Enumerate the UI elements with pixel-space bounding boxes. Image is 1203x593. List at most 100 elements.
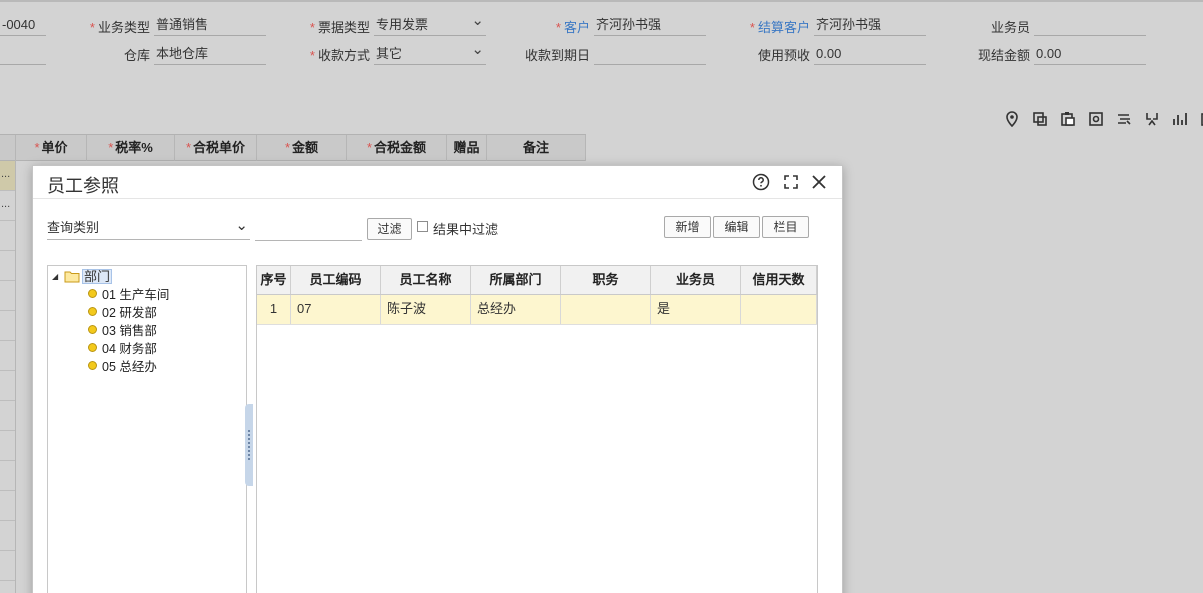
col-position[interactable]: 职务 xyxy=(561,266,651,294)
tree-root-label[interactable]: 部门 xyxy=(82,268,113,284)
grid-row-stub[interactable] xyxy=(0,221,15,251)
col-department[interactable]: 所属部门 xyxy=(471,266,561,294)
payment-method-select[interactable]: 其它 xyxy=(374,39,486,65)
query-input[interactable] xyxy=(255,215,362,241)
tree-item-label: 05 总经办 xyxy=(102,359,157,374)
grid-row-stub[interactable] xyxy=(0,251,15,281)
grid-col-gift[interactable]: 赠品 xyxy=(447,135,487,161)
filter-in-results-checkbox[interactable] xyxy=(417,221,428,232)
copy-icon[interactable] xyxy=(1026,108,1054,130)
chevron-down-icon: ⌄ xyxy=(235,217,248,234)
grid-row-stub[interactable] xyxy=(0,521,15,551)
warehouse-label: 仓库 xyxy=(123,48,150,63)
grid-col-tax-rate[interactable]: * 税率% xyxy=(87,135,175,161)
grid-row-stub[interactable] xyxy=(0,311,15,341)
cash-amount-field[interactable]: 0.00 xyxy=(1034,43,1146,65)
customer-field[interactable]: 齐河孙书强 xyxy=(594,14,706,36)
settle-customer-field[interactable]: 齐河孙书强 xyxy=(814,14,926,36)
grid-col-stub xyxy=(0,135,16,161)
filter-button[interactable]: 过滤 xyxy=(367,218,412,240)
format-icon[interactable] xyxy=(1110,108,1138,130)
paste-icon[interactable] xyxy=(1054,108,1082,130)
cell-employee-code: 07 xyxy=(291,295,381,324)
chart-icon[interactable] xyxy=(1166,108,1194,130)
department-tree: ◢ 部门 01 生产车间 02 研发部 03 销售部 04 财务部 05 总经办 xyxy=(47,265,247,593)
query-category-select[interactable]: 查询类别 ⌄ xyxy=(47,215,250,240)
due-date-field[interactable] xyxy=(594,43,706,65)
grid-row-stub[interactable] xyxy=(0,551,15,581)
dept-dot-icon xyxy=(88,342,97,352)
cell-credit-days xyxy=(741,295,817,324)
tree-root[interactable]: ◢ 部门 xyxy=(52,268,113,284)
tree-item-production[interactable]: 01 生产车间 xyxy=(88,284,169,302)
cell-position xyxy=(561,295,651,324)
grid-row-stub[interactable] xyxy=(0,491,15,521)
use-prepay-label: 使用预收 xyxy=(757,48,810,63)
maximize-icon[interactable] xyxy=(781,172,801,192)
col-employee-name[interactable]: 员工名称 xyxy=(381,266,471,294)
grid-row-stub[interactable] xyxy=(0,341,15,371)
table-row[interactable]: 1 07 陈子波 总经办 是 xyxy=(257,295,817,325)
splitter-grip-icon xyxy=(248,430,250,460)
edit-button[interactable]: 编辑 xyxy=(713,216,760,238)
business-type-label: * 业务类型 xyxy=(89,20,150,35)
col-salesperson[interactable]: 业务员 xyxy=(651,266,741,294)
customer-label[interactable]: * 客户 xyxy=(540,17,590,36)
grid-row-stub[interactable] xyxy=(0,401,15,431)
grid-row-stub[interactable] xyxy=(0,281,15,311)
close-icon[interactable] xyxy=(809,172,829,192)
report-icon[interactable] xyxy=(1194,108,1203,130)
cell-salesperson: 是 xyxy=(651,295,741,324)
dept-dot-icon xyxy=(88,324,97,334)
filter-in-results-label: 结果中过滤 xyxy=(433,222,499,237)
use-prepay-field[interactable]: 0.00 xyxy=(814,43,926,65)
tree-item-sales[interactable]: 03 销售部 xyxy=(88,320,157,338)
grid-row-stub[interactable]: ... xyxy=(0,161,15,191)
settings-box-icon[interactable] xyxy=(1082,108,1110,130)
dept-dot-icon xyxy=(88,288,97,298)
new-button[interactable]: 新增 xyxy=(664,216,711,238)
dialog-title: 员工参照 xyxy=(47,176,119,196)
grid-row-stub[interactable] xyxy=(0,431,15,461)
salesperson-field[interactable] xyxy=(1034,14,1146,36)
col-index[interactable]: 序号 xyxy=(257,266,291,294)
help-icon[interactable] xyxy=(751,172,771,192)
tree-item-gm-office[interactable]: 05 总经办 xyxy=(88,356,157,374)
grid-col-remark[interactable]: 备注 xyxy=(487,135,586,161)
business-type-field[interactable]: 普通销售 xyxy=(154,14,266,36)
tree-item-label: 02 研发部 xyxy=(102,305,157,320)
grid-row-stub[interactable]: ... xyxy=(0,191,15,221)
employee-reference-dialog: 员工参照 查询类别 ⌄ 过滤 结果中过滤 新增 编辑 栏目 ◢ 部门 01 生产… xyxy=(32,165,843,593)
collapse-triangle-icon[interactable]: ◢ xyxy=(52,272,64,281)
scan-icon[interactable] xyxy=(1138,108,1166,130)
settle-customer-label[interactable]: * 结算客户 xyxy=(742,17,810,36)
grid-toolbar xyxy=(998,108,1203,130)
col-employee-code[interactable]: 员工编码 xyxy=(291,266,381,294)
doc-number-field[interactable]: -0040 xyxy=(0,14,46,36)
employee-table: 序号 员工编码 员工名称 所属部门 职务 业务员 信用天数 1 07 陈子波 总… xyxy=(256,265,818,593)
row2-left-field[interactable] xyxy=(0,43,46,65)
grid-col-amount[interactable]: * 金额 xyxy=(257,135,347,161)
dept-dot-icon xyxy=(88,360,97,370)
dialog-header: 员工参照 xyxy=(33,166,842,199)
col-credit-days[interactable]: 信用天数 xyxy=(741,266,817,294)
grid-row-stubs: ... ... xyxy=(0,161,16,593)
location-icon[interactable] xyxy=(998,108,1026,130)
due-date-label: 收款到期日 xyxy=(524,48,590,63)
grid-col-tax-amount[interactable]: * 合税金额 xyxy=(347,135,447,161)
invoice-type-select[interactable]: 专用发票 xyxy=(374,10,486,36)
columns-button[interactable]: 栏目 xyxy=(762,216,809,238)
detail-grid-header: * 单价 * 税率% * 合税单价 * 金额 * 合税金额 赠品 备注 xyxy=(0,134,586,161)
grid-col-tax-unit-price[interactable]: * 合税单价 xyxy=(175,135,257,161)
cash-amount-label: 现结金额 xyxy=(977,48,1030,63)
grid-col-unit-price[interactable]: * 单价 xyxy=(16,135,87,161)
grid-row-stub[interactable] xyxy=(0,371,15,401)
warehouse-field[interactable]: 本地仓库 xyxy=(154,43,266,65)
table-header: 序号 员工编码 员工名称 所属部门 职务 业务员 信用天数 xyxy=(257,266,817,295)
panel-splitter[interactable] xyxy=(245,404,253,486)
tree-item-finance[interactable]: 04 财务部 xyxy=(88,338,157,356)
grid-row-stub[interactable] xyxy=(0,461,15,491)
tree-item-label: 03 销售部 xyxy=(102,323,157,338)
salesperson-label: 业务员 xyxy=(990,20,1030,35)
tree-item-rnd[interactable]: 02 研发部 xyxy=(88,302,157,320)
